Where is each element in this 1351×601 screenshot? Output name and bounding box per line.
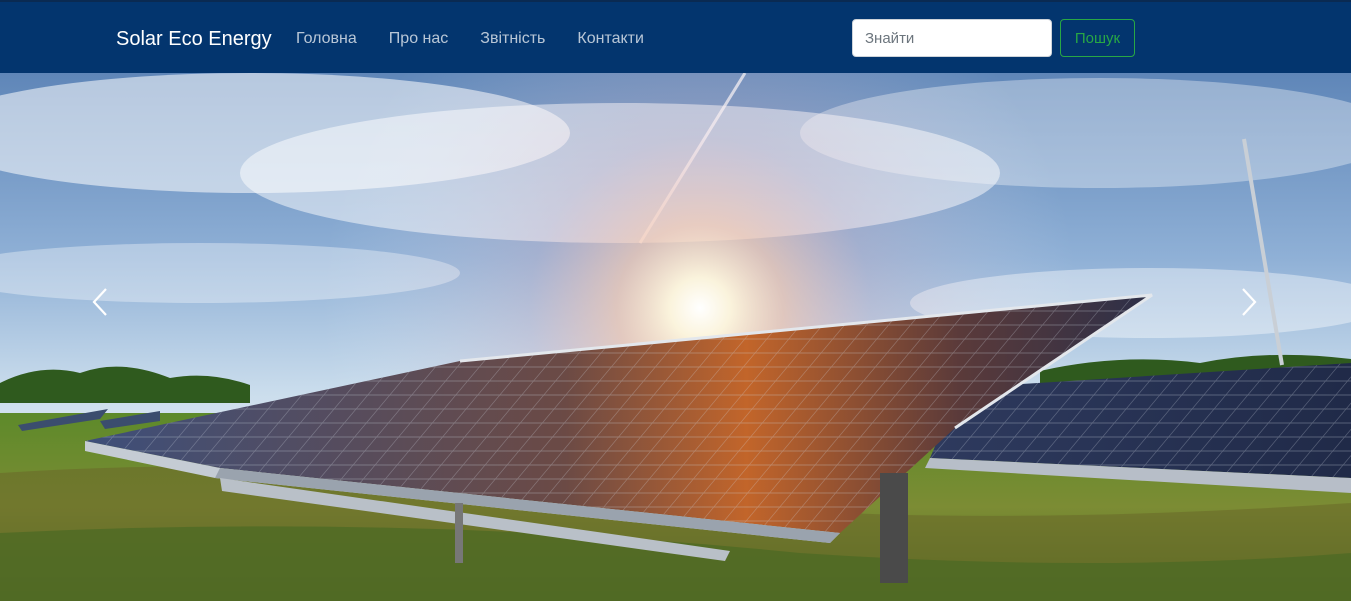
- search-input[interactable]: [852, 19, 1052, 57]
- brand-logo-link[interactable]: Solar Eco Energy: [116, 27, 272, 51]
- nav-item-reports: Звітність: [480, 29, 545, 49]
- hero-image-solar-panels: [0, 73, 1351, 601]
- nav-item-home: Головна: [296, 29, 357, 49]
- carousel-prev-button[interactable]: [0, 73, 200, 601]
- nav-item-about: Про нас: [389, 29, 448, 49]
- nav-link-about[interactable]: Про нас: [389, 30, 448, 47]
- nav-links: Головна Про нас Звітність Контакти: [296, 29, 676, 49]
- chevron-right-icon: [1242, 288, 1257, 316]
- nav-item-contacts: Контакти: [577, 29, 644, 49]
- nav-link-reports[interactable]: Звітність: [480, 30, 545, 47]
- chevron-left-icon: [92, 288, 107, 316]
- top-navbar: Solar Eco Energy Головна Про нас Звітніс…: [0, 0, 1351, 73]
- nav-link-home[interactable]: Головна: [296, 30, 357, 47]
- carousel-next-button[interactable]: [1151, 73, 1351, 601]
- hero-carousel: [0, 73, 1351, 601]
- nav-link-contacts[interactable]: Контакти: [577, 30, 644, 47]
- search-button[interactable]: Пошук: [1060, 19, 1135, 57]
